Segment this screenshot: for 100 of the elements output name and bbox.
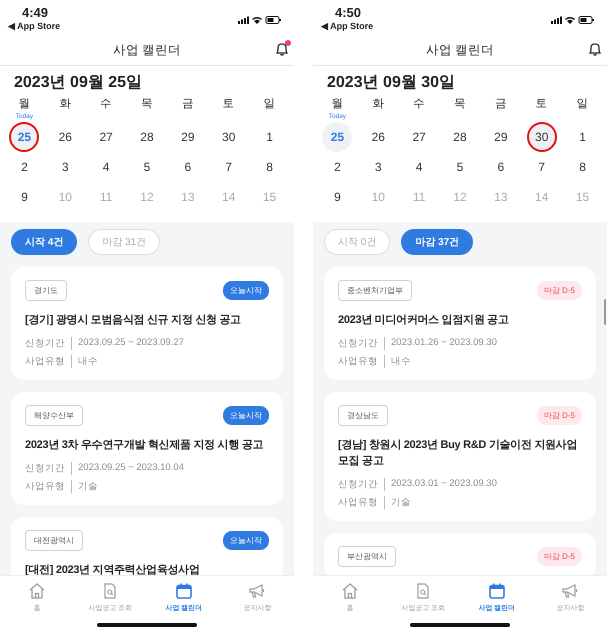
bell-icon[interactable] xyxy=(274,41,290,57)
weekday-label: 금 xyxy=(494,97,508,112)
meta-label: 신청기간 xyxy=(25,337,65,350)
filter-chip[interactable]: 시작 4건 xyxy=(11,229,78,255)
announcement-card[interactable]: 경기도 오늘시작 [경기] 광명시 모범음식점 신규 지정 신청 공고 신청기간 2023.09.25 ~ 2023.09.27 사업유형 내수 xyxy=(11,267,283,380)
announcement-title: [경기] 광명시 모범음식점 신규 지정 신청 공고 xyxy=(25,313,242,328)
meta-value: 2023.09.25 ~ 2023.10.04 xyxy=(71,462,184,475)
agency-tag: 경상남도 xyxy=(338,405,388,426)
calendar-icon xyxy=(174,582,193,600)
meta-label: 사업유형 xyxy=(338,496,378,509)
bell-icon[interactable] xyxy=(587,41,603,57)
meta-value: 2023.01.26 ~ 2023.09.30 xyxy=(384,337,497,350)
agency-tag: 경기도 xyxy=(25,280,67,301)
weekday-label: 토 xyxy=(222,97,236,112)
weekday-label: 금 xyxy=(180,97,195,112)
calendar-day[interactable]: 6 xyxy=(486,152,516,182)
calendar-day[interactable]: 3 xyxy=(363,152,394,182)
agency-tag: 부산광역시 xyxy=(338,546,396,567)
agency-tag: 해양수산부 xyxy=(25,405,83,426)
weekday-label: 일 xyxy=(576,97,590,112)
calendar-day[interactable]: 26 xyxy=(50,122,80,152)
calendar-day[interactable]: 27 xyxy=(91,122,122,152)
filter-chip[interactable]: 마감 37건 xyxy=(401,229,474,255)
calendar-day[interactable]: 3 xyxy=(50,152,80,182)
date-heading: 2023년 09월 30일 xyxy=(326,73,456,93)
calendar-day[interactable]: 1 xyxy=(568,122,598,152)
calendar-day[interactable]: 30 xyxy=(214,122,244,152)
announcement-card[interactable]: 경상남도 마감 D-5 [경남] 창원시 2023년 Buy R&D 기술이전 지원사업 모집 공고 신청기간 2023.03.01 ~ 2023.09.30 사업유형 기술 xyxy=(324,392,596,521)
calendar-day[interactable]: 29 xyxy=(172,122,203,152)
calendar-day[interactable]: 25 xyxy=(9,122,40,152)
weekday-label: 토 xyxy=(534,97,549,112)
announcement-card[interactable]: 해양수산부 오늘시작 2023년 3차 우수연구개발 혁신제품 지정 시행 공고 신청기간 2023.09.25 ~ 2023.10.04 사업유형 기술 xyxy=(11,392,283,505)
status-badge: 마감 D-5 xyxy=(536,547,582,566)
meta-label: 신청기간 xyxy=(338,337,378,350)
meta-label: 사업유형 xyxy=(25,480,65,493)
meta-label: 신청기간 xyxy=(338,478,378,491)
status-badge: 마감 D-5 xyxy=(536,406,582,425)
meta-label: 사업유형 xyxy=(25,355,65,368)
agency-tag: 중소벤처기업부 xyxy=(338,280,412,301)
calendar-day[interactable]: 5 xyxy=(444,152,475,182)
megaphone-icon xyxy=(248,582,266,600)
calendar-day[interactable]: 30 xyxy=(526,122,557,152)
meta-value: 내수 xyxy=(71,355,98,368)
meta-label: 신청기간 xyxy=(25,462,65,475)
status-badge: 마감 D-5 xyxy=(536,281,582,300)
calendar-day[interactable]: 7 xyxy=(214,152,244,182)
screen-title: 사업 캘린더 xyxy=(426,42,494,59)
status-icons xyxy=(238,15,282,25)
announcement-title: 2023년 3차 우수연구개발 혁신제품 지정 시행 공고 xyxy=(25,438,264,453)
weekday-label: 화 xyxy=(371,97,386,112)
calendar-day[interactable]: 28 xyxy=(444,122,475,152)
meta-value: 내수 xyxy=(384,355,411,368)
status-time: 4:49 xyxy=(22,5,50,20)
weekday-label: 일 xyxy=(262,97,277,112)
calendar-day[interactable]: 8 xyxy=(568,152,598,182)
screen-title: 사업 캘린더 xyxy=(112,42,182,59)
meta-value: 2023.09.25 ~ 2023.09.27 xyxy=(71,337,184,350)
weekday-label: 월 xyxy=(17,97,32,112)
meta-value: 2023.03.01 ~ 2023.09.30 xyxy=(384,478,497,491)
scrollbar xyxy=(604,299,606,325)
announcement-card[interactable]: 중소벤처기업부 마감 D-5 2023년 미디어커머스 입점지원 공고 신청기간 2023.01.26 ~ 2023.09.30 사업유형 내수 xyxy=(324,267,596,380)
back-link[interactable]: ◀ App Store xyxy=(8,20,60,32)
weekday-label: 수 xyxy=(99,97,114,112)
date-heading: 2023년 09월 25일 xyxy=(13,73,144,93)
calendar-day[interactable]: 9 xyxy=(322,182,352,212)
weekday-label: 목 xyxy=(452,97,467,112)
announcement-title: [대전] 2023년 지역주력산업육성사업 xyxy=(25,563,201,575)
announcement-card[interactable]: 부산광역시 마감 D-5 xyxy=(324,533,596,575)
calendar-day[interactable]: 27 xyxy=(404,122,434,152)
weekday-label: 목 xyxy=(140,97,154,112)
calendar-day[interactable]: 9 xyxy=(9,182,40,212)
calendar-day[interactable]: 2 xyxy=(9,152,40,182)
calendar-day[interactable]: 25 xyxy=(322,122,352,152)
status-time: 4:50 xyxy=(335,5,362,20)
calendar-day[interactable]: 26 xyxy=(363,122,394,152)
status-badge: 오늘시작 xyxy=(223,281,269,300)
calendar-day[interactable]: 4 xyxy=(404,152,434,182)
calendar-day[interactable]: 7 xyxy=(526,152,557,182)
home-icon xyxy=(28,582,46,600)
calendar-day[interactable]: 6 xyxy=(172,152,203,182)
status-badge: 오늘시작 xyxy=(223,406,269,425)
announcement-card[interactable]: 대전광역시 오늘시작 [대전] 2023년 지역주력산업육성사업 xyxy=(11,517,283,575)
calendar-day[interactable]: 1 xyxy=(254,122,285,152)
back-link[interactable]: ◀ App Store xyxy=(321,20,374,32)
meta-value: 기술 xyxy=(71,480,98,493)
status-badge: 오늘시작 xyxy=(223,531,269,550)
status-icons xyxy=(551,15,595,25)
calendar-day[interactable]: 4 xyxy=(91,152,122,182)
weekday-label: 화 xyxy=(58,97,72,112)
calendar-day[interactable]: 28 xyxy=(132,122,162,152)
calendar-day[interactable]: 29 xyxy=(486,122,516,152)
calendar-day[interactable]: 5 xyxy=(132,152,162,182)
agency-tag: 대전광역시 xyxy=(25,530,83,551)
megaphone-icon xyxy=(561,582,580,600)
meta-label: 사업유형 xyxy=(338,355,378,368)
calendar-day[interactable]: 2 xyxy=(322,152,352,182)
weekday-label: 월 xyxy=(330,97,344,112)
calendar-icon xyxy=(488,582,506,600)
calendar-day[interactable]: 8 xyxy=(254,152,285,182)
announcement-title: 2023년 미디어커머스 입점지원 공고 xyxy=(338,313,510,328)
